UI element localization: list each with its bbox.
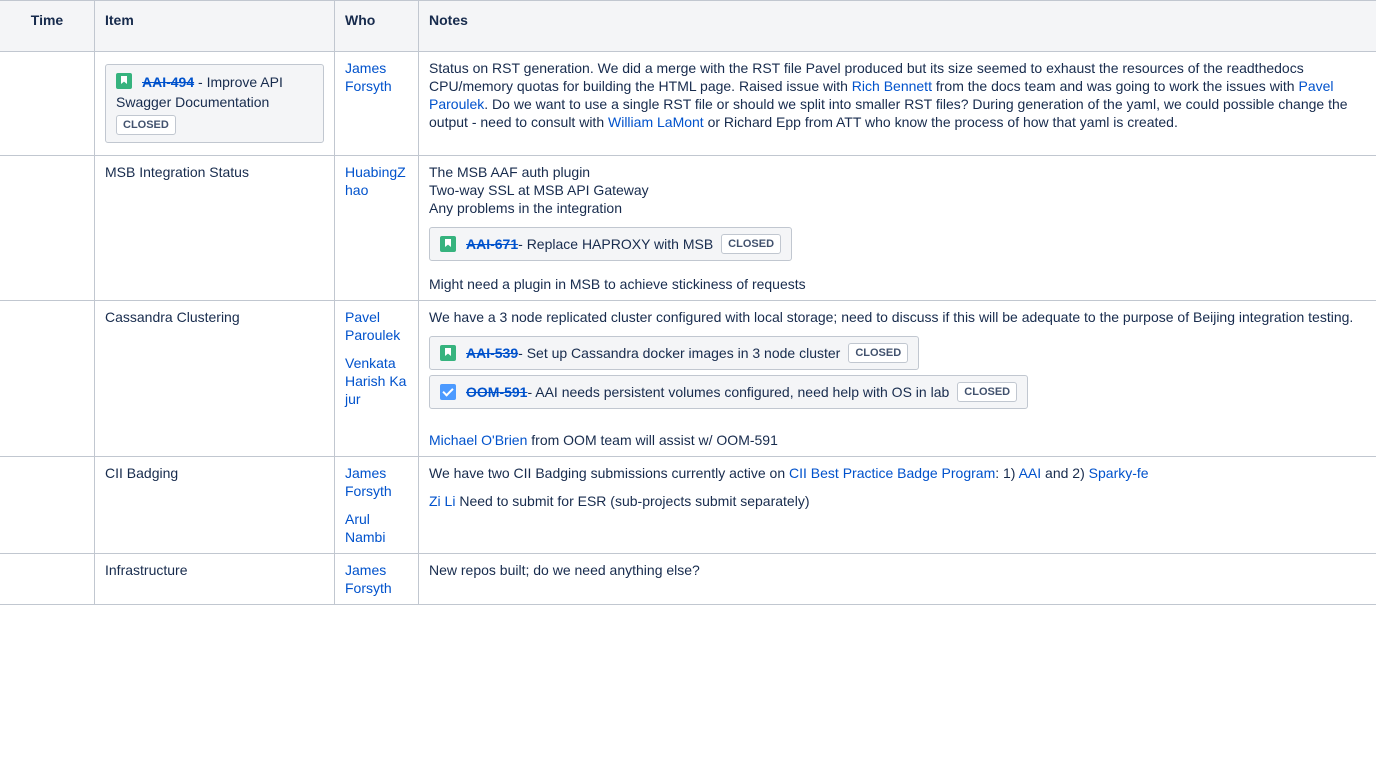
notes-text: : 1) <box>995 465 1019 481</box>
item-cell: CII Badging <box>94 456 335 554</box>
user-mention[interactable]: Pavel Paroulek <box>345 309 400 343</box>
table-header-row: Time Item Who Notes <box>0 0 1376 52</box>
notes-cell: Status on RST generation. We did a merge… <box>418 51 1376 156</box>
story-bookmark-icon <box>440 345 456 361</box>
time-cell <box>0 553 95 605</box>
external-link[interactable]: Sparky-fe <box>1089 465 1149 481</box>
notes-cell: We have two CII Badging submissions curr… <box>418 456 1376 554</box>
user-mention[interactable]: William LaMont <box>608 114 704 130</box>
item-cell: MSB Integration Status <box>94 155 335 301</box>
table-row: Cassandra Clustering Pavel Paroulek Venk… <box>0 300 1376 457</box>
who-cell: Pavel Paroulek Venkata Harish Kajur <box>334 300 419 457</box>
notes-text: or Richard Epp from ATT who know the pro… <box>703 114 1178 130</box>
who-cell: James Forsyth <box>334 553 419 605</box>
user-mention[interactable]: James Forsyth <box>345 465 392 499</box>
user-mention[interactable]: HuabingZhao <box>345 164 406 198</box>
notes-line: Any problems in the integration <box>429 200 622 216</box>
story-bookmark-icon <box>116 73 132 89</box>
time-cell <box>0 51 95 156</box>
status-badge: CLOSED <box>721 234 782 254</box>
who-cell: James Forsyth Arul Nambi <box>334 456 419 554</box>
table-row: CII Badging James Forsyth Arul Nambi We … <box>0 456 1376 554</box>
user-mention[interactable]: Rich Bennett <box>852 78 932 94</box>
header-who: Who <box>334 0 419 52</box>
user-mention[interactable]: Michael O'Brien <box>429 432 527 448</box>
notes-text: and 2) <box>1041 465 1089 481</box>
jira-issue-title: - Replace HAPROXY with MSB <box>518 236 714 252</box>
notes-text: We have a 3 node replicated cluster conf… <box>429 309 1354 325</box>
jira-issue-key[interactable]: OOM-591 <box>466 382 527 402</box>
item-cell: Cassandra Clustering <box>94 300 335 457</box>
notes-line: The MSB AAF auth plugin <box>429 164 591 180</box>
header-item: Item <box>94 0 335 52</box>
notes-text: We have two CII Badging submissions curr… <box>429 465 790 481</box>
jira-issue-macro[interactable]: AAI-539 - Set up Cassandra docker images… <box>429 336 920 370</box>
meeting-agenda-table: Time Item Who Notes AAI-494 - Improve AP… <box>0 0 1376 605</box>
item-cell: AAI-494 - Improve API Swagger Documentat… <box>94 51 335 156</box>
jira-issue-key[interactable]: AAI-539 <box>466 343 518 363</box>
jira-issue-macro[interactable]: AAI-671 - Replace HAPROXY with MSB CLOSED <box>429 227 793 261</box>
who-cell: HuabingZhao <box>334 155 419 301</box>
jira-issue-key[interactable]: AAI-671 <box>466 234 518 254</box>
who-cell: James Forsyth <box>334 51 419 156</box>
time-cell <box>0 155 95 301</box>
notes-text: from OOM team will assist w/ OOM-591 <box>527 432 778 448</box>
status-badge: CLOSED <box>957 382 1018 402</box>
notes-line: Two-way SSL at MSB API Gateway <box>429 182 649 198</box>
table-row: AAI-494 - Improve API Swagger Documentat… <box>0 51 1376 156</box>
jira-issue-title: - Set up Cassandra docker images in 3 no… <box>518 345 841 361</box>
header-notes: Notes <box>418 0 1376 52</box>
table-row: Infrastructure James Forsyth New repos b… <box>0 553 1376 605</box>
time-cell <box>0 300 95 457</box>
task-checkbox-icon <box>440 384 456 400</box>
jira-issue-title: - AAI needs persistent volumes configure… <box>527 384 950 400</box>
header-time: Time <box>0 0 95 52</box>
external-link[interactable]: AAI <box>1019 465 1042 481</box>
notes-cell: New repos built; do we need anything els… <box>418 553 1376 605</box>
table-row: MSB Integration Status HuabingZhao The M… <box>0 155 1376 301</box>
status-badge: CLOSED <box>848 343 909 363</box>
story-bookmark-icon <box>440 236 456 252</box>
jira-issue-macro[interactable]: AAI-494 - Improve API Swagger Documentat… <box>105 64 324 143</box>
user-mention[interactable]: James Forsyth <box>345 562 392 596</box>
time-cell <box>0 456 95 554</box>
notes-cell: We have a 3 node replicated cluster conf… <box>418 300 1376 457</box>
jira-issue-key[interactable]: AAI-494 <box>142 74 194 90</box>
notes-line: Might need a plugin in MSB to achieve st… <box>429 276 806 292</box>
external-link[interactable]: CII Best Practice Badge Program <box>789 465 995 481</box>
user-mention[interactable]: James Forsyth <box>345 60 392 94</box>
status-badge: CLOSED <box>116 115 176 135</box>
item-cell: Infrastructure <box>94 553 335 605</box>
notes-cell: The MSB AAF auth plugin Two-way SSL at M… <box>418 155 1376 301</box>
notes-text: Need to submit for ESR (sub-projects sub… <box>455 493 810 509</box>
user-mention[interactable]: Venkata Harish Kajur <box>345 355 406 407</box>
user-mention[interactable]: Arul Nambi <box>345 511 385 545</box>
notes-text: from the docs team and was going to work… <box>931 78 1299 94</box>
jira-issue-macro[interactable]: OOM-591 - AAI needs persistent volumes c… <box>429 375 1029 409</box>
user-mention[interactable]: Zi Li <box>429 493 455 509</box>
